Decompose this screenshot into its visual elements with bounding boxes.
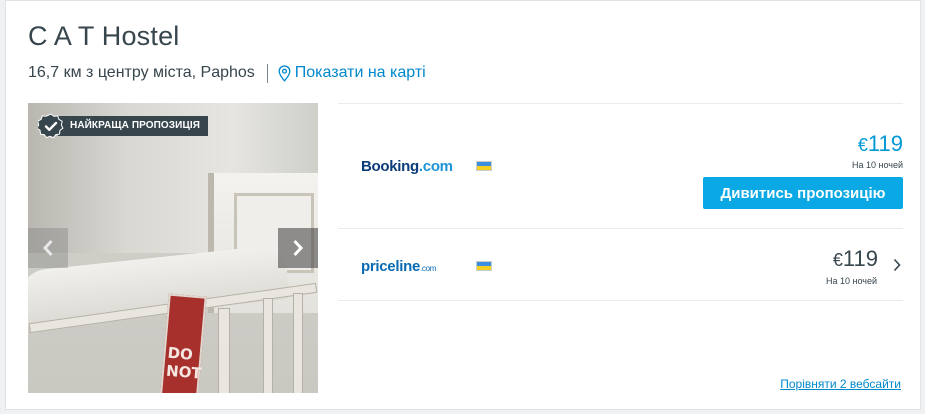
chevron-left-icon [42, 239, 53, 257]
checkmark-seal-icon [38, 113, 64, 139]
provider-suffix: .com [420, 264, 437, 273]
currency-symbol: € [857, 135, 868, 155]
stay-length: На 10 ночей [825, 276, 877, 286]
price-value: 119 [842, 246, 878, 271]
view-deal-button[interactable]: Дивитись пропозицію [703, 177, 903, 209]
hotel-card: C A T Hostel 16,7 км з центру міста, Pap… [5, 0, 921, 410]
show-on-map-link[interactable]: Показати на карті [278, 64, 426, 82]
map-link-label: Показати на карті [294, 64, 426, 81]
offer-price[interactable]: €119 [833, 246, 878, 272]
distance-text: 16,7 км з центру міста, Paphos [28, 64, 255, 81]
provider-name: Booking [361, 158, 419, 175]
chevron-right-icon [293, 239, 304, 257]
bed-post [263, 298, 273, 393]
price-value: 119 [867, 131, 903, 156]
offer-price[interactable]: €119 [858, 131, 903, 157]
next-photo-button[interactable] [278, 228, 318, 268]
best-offer-label: НАЙКРАЩА ПРОПОЗИЦІЯ [58, 116, 209, 136]
hotel-name[interactable]: C A T Hostel [28, 21, 179, 52]
hotel-photo[interactable]: DO NOT НАЙКРАЩА ПРОПОЗИЦІЯ [28, 103, 318, 393]
hotel-location: 16,7 км з центру міста, Paphos Показати … [28, 63, 426, 83]
booking-logo[interactable]: Booking.com [361, 158, 453, 175]
ukraine-flag-icon [476, 261, 492, 271]
offer-row[interactable]: Booking.com €119 На 10 ночей Дивитись пр… [338, 103, 903, 228]
provider-name: priceline [361, 258, 420, 275]
priceline-logo[interactable]: priceline.com [361, 258, 436, 275]
map-pin-icon [278, 64, 291, 82]
stay-length: На 10 ночей [851, 160, 903, 170]
divider [266, 63, 268, 83]
currency-symbol: € [832, 250, 843, 270]
best-offer-badge: НАЙКРАЩА ПРОПОЗИЦІЯ [38, 113, 209, 139]
bed-post [293, 293, 303, 393]
provider-suffix: .com [418, 158, 453, 175]
compare-websites-link[interactable]: Порівняти 2 вебсайти [780, 377, 901, 391]
chevron-right-icon[interactable] [893, 258, 901, 272]
previous-photo-button[interactable] [28, 228, 68, 268]
offer-row[interactable]: priceline.com €119 На 10 ночей [338, 228, 903, 301]
bed-post [218, 308, 230, 393]
ukraine-flag-icon [476, 161, 492, 171]
door-hanger-text: DO NOT [165, 343, 203, 383]
